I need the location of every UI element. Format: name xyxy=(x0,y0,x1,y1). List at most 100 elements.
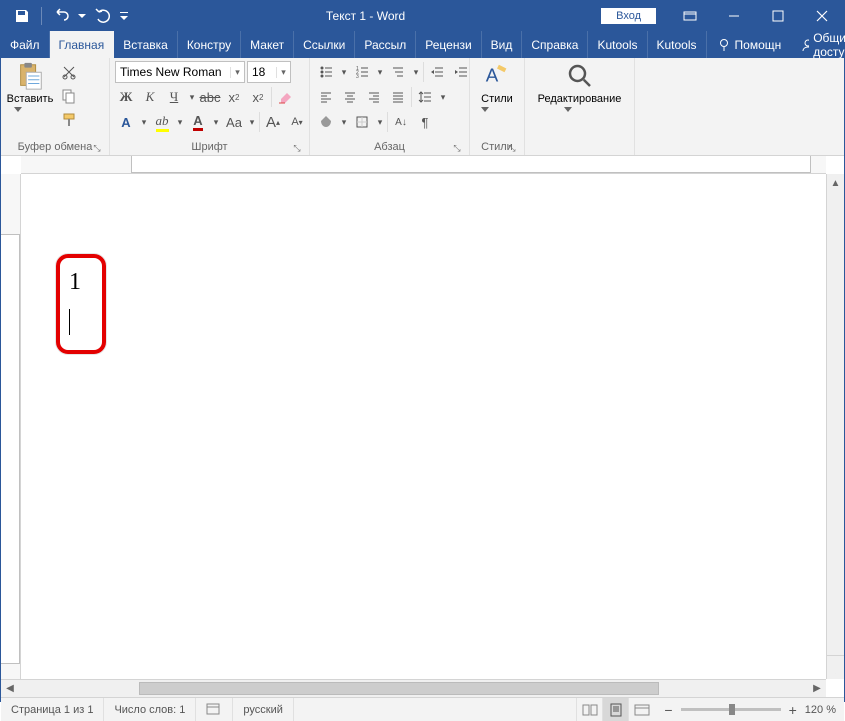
tab-home[interactable]: Главная xyxy=(50,31,115,58)
multilevel-list-icon[interactable] xyxy=(387,61,409,83)
bullets-dropdown-icon[interactable]: ▾ xyxy=(339,61,349,83)
scroll-left-icon[interactable]: ◀ xyxy=(1,680,19,697)
cut-icon[interactable] xyxy=(58,61,80,83)
tab-view[interactable]: Вид xyxy=(482,31,523,58)
tab-help[interactable]: Справка xyxy=(522,31,588,58)
status-language[interactable]: русский xyxy=(233,698,293,721)
highlight-color-icon[interactable]: ab xyxy=(151,111,173,133)
styles-button[interactable]: A Стили xyxy=(475,61,519,137)
tab-mailings[interactable]: Рассыл xyxy=(355,31,416,58)
view-print-layout-icon[interactable] xyxy=(602,698,628,721)
undo-icon[interactable] xyxy=(48,4,74,28)
horizontal-ruler[interactable] xyxy=(21,156,826,174)
vertical-ruler[interactable] xyxy=(1,174,21,679)
page-viewport[interactable]: 1 xyxy=(21,174,826,679)
view-web-layout-icon[interactable] xyxy=(628,698,654,721)
numbering-icon[interactable]: 123 xyxy=(351,61,373,83)
bullets-icon[interactable] xyxy=(315,61,337,83)
ribbon-display-options-icon[interactable] xyxy=(668,1,712,31)
line-spacing-dropdown-icon[interactable]: ▾ xyxy=(438,86,448,108)
group-editing: Редактирование xyxy=(525,58,635,155)
align-right-icon[interactable] xyxy=(363,86,385,108)
strikethrough-button[interactable]: abc xyxy=(199,86,221,108)
grow-font-icon[interactable]: A▴ xyxy=(262,111,284,133)
horizontal-scrollbar[interactable]: ◀ ▶ xyxy=(1,679,826,697)
chevron-down-icon[interactable]: ▾ xyxy=(230,67,244,78)
font-name-combo[interactable]: Times New Roman▾ xyxy=(115,61,245,83)
justify-icon[interactable] xyxy=(387,86,409,108)
multilevel-dropdown-icon[interactable]: ▾ xyxy=(411,61,421,83)
chevron-down-icon[interactable]: ▾ xyxy=(276,67,290,78)
highlight-dropdown-icon[interactable]: ▾ xyxy=(175,111,185,133)
minimize-icon[interactable] xyxy=(712,1,756,31)
bold-button[interactable]: Ж xyxy=(115,86,137,108)
font-color-dropdown-icon[interactable]: ▾ xyxy=(211,111,221,133)
align-center-icon[interactable] xyxy=(339,86,361,108)
underline-button[interactable]: Ч xyxy=(163,86,185,108)
superscript-button[interactable]: x2 xyxy=(247,86,269,108)
status-page[interactable]: Страница 1 из 1 xyxy=(1,698,104,721)
undo-dropdown-icon[interactable] xyxy=(76,4,88,28)
tab-references[interactable]: Ссылки xyxy=(294,31,355,58)
decrease-indent-icon[interactable] xyxy=(426,61,448,83)
maximize-icon[interactable] xyxy=(756,1,800,31)
numbering-dropdown-icon[interactable]: ▾ xyxy=(375,61,385,83)
redo-icon[interactable] xyxy=(90,4,116,28)
change-case-dropdown-icon[interactable]: ▾ xyxy=(247,111,257,133)
view-read-mode-icon[interactable] xyxy=(576,698,602,721)
clear-formatting-icon[interactable] xyxy=(274,86,296,108)
copy-icon[interactable] xyxy=(58,85,80,107)
document-page[interactable]: 1 xyxy=(21,174,826,679)
tab-layout[interactable]: Макет xyxy=(241,31,294,58)
font-size-combo[interactable]: 18▾ xyxy=(247,61,291,83)
qat-customize-icon[interactable] xyxy=(118,4,130,28)
hscroll-thumb[interactable] xyxy=(139,682,659,695)
scroll-right-icon[interactable]: ▶ xyxy=(808,680,826,697)
borders-icon[interactable] xyxy=(351,111,373,133)
ribbon-tabs: Файл Главная Вставка Констру Макет Ссылк… xyxy=(1,31,844,58)
tab-insert[interactable]: Вставка xyxy=(114,31,178,58)
increase-indent-icon[interactable] xyxy=(450,61,472,83)
status-spellcheck-icon[interactable] xyxy=(196,698,233,721)
font-color-icon[interactable]: A xyxy=(187,111,209,133)
styles-launcher-icon[interactable]: ⤡ xyxy=(505,141,519,155)
save-icon[interactable] xyxy=(9,4,35,28)
zoom-value[interactable]: 120 % xyxy=(805,704,836,716)
borders-dropdown-icon[interactable]: ▾ xyxy=(375,111,385,133)
clipboard-launcher-icon[interactable]: ⤡ xyxy=(90,141,104,155)
tab-review[interactable]: Рецензи xyxy=(416,31,481,58)
text-effects-dropdown-icon[interactable]: ▾ xyxy=(139,111,149,133)
zoom-out-button[interactable]: − xyxy=(662,702,674,718)
close-icon[interactable] xyxy=(800,1,844,31)
shading-icon[interactable] xyxy=(315,111,337,133)
change-case-button[interactable]: Aa xyxy=(223,111,245,133)
tell-me[interactable]: Помощн xyxy=(707,31,792,58)
status-word-count[interactable]: Число слов: 1 xyxy=(104,698,196,721)
italic-button[interactable]: К xyxy=(139,86,161,108)
share-button[interactable]: Общий доступ xyxy=(791,31,845,58)
zoom-slider[interactable] xyxy=(681,708,781,711)
format-painter-icon[interactable] xyxy=(58,109,80,131)
login-button[interactable]: Вход xyxy=(601,8,656,24)
tab-kutools-plus[interactable]: Kutools xyxy=(648,31,707,58)
vertical-scrollbar[interactable]: ▲ ▼ xyxy=(826,174,844,679)
align-left-icon[interactable] xyxy=(315,86,337,108)
shading-dropdown-icon[interactable]: ▾ xyxy=(339,111,349,133)
scroll-up-icon[interactable]: ▲ xyxy=(827,174,844,192)
sort-icon[interactable]: A↓ xyxy=(390,111,412,133)
line-spacing-icon[interactable] xyxy=(414,86,436,108)
show-marks-icon[interactable]: ¶ xyxy=(414,111,436,133)
tab-file[interactable]: Файл xyxy=(1,31,50,58)
text-effects-icon[interactable]: A xyxy=(115,111,137,133)
zoom-slider-thumb[interactable] xyxy=(729,704,735,715)
subscript-button[interactable]: x2 xyxy=(223,86,245,108)
tab-kutools[interactable]: Kutools xyxy=(588,31,647,58)
font-launcher-icon[interactable]: ⤡ xyxy=(290,141,304,155)
paragraph-launcher-icon[interactable]: ⤡ xyxy=(450,141,464,155)
zoom-in-button[interactable]: + xyxy=(787,702,799,718)
underline-dropdown-icon[interactable]: ▾ xyxy=(187,86,197,108)
editing-button[interactable]: Редактирование xyxy=(530,61,629,137)
tab-design[interactable]: Констру xyxy=(178,31,241,58)
paste-button[interactable]: Вставить xyxy=(6,61,54,137)
shrink-font-icon[interactable]: A▾ xyxy=(286,111,308,133)
